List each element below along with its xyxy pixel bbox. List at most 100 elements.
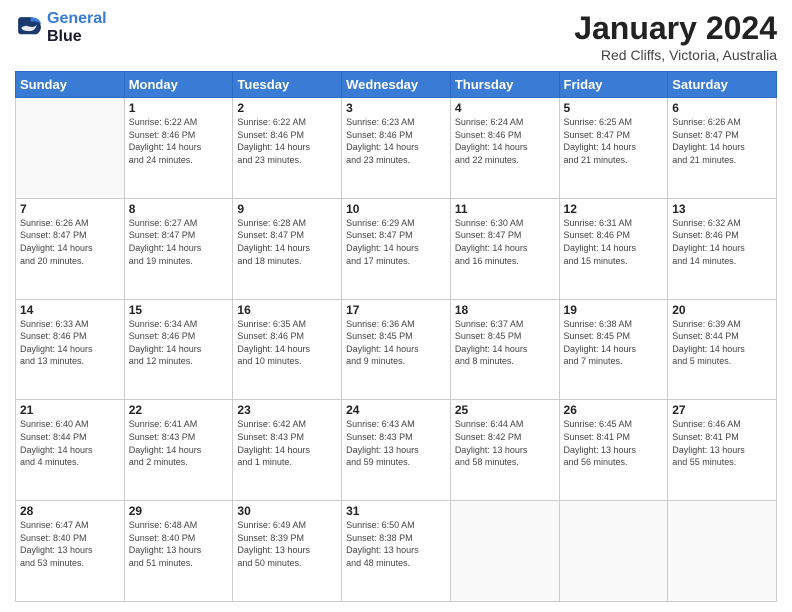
calendar-cell: 26Sunrise: 6:45 AM Sunset: 8:41 PM Dayli… (559, 400, 668, 501)
day-info: Sunrise: 6:39 AM Sunset: 8:44 PM Dayligh… (672, 318, 772, 368)
header: General Blue January 2024 Red Cliffs, Vi… (15, 10, 777, 63)
calendar-cell: 7Sunrise: 6:26 AM Sunset: 8:47 PM Daylig… (16, 198, 125, 299)
calendar-cell: 10Sunrise: 6:29 AM Sunset: 8:47 PM Dayli… (342, 198, 451, 299)
day-info: Sunrise: 6:25 AM Sunset: 8:47 PM Dayligh… (564, 116, 664, 166)
calendar-cell: 2Sunrise: 6:22 AM Sunset: 8:46 PM Daylig… (233, 98, 342, 199)
logo-text: General Blue (47, 10, 107, 45)
week-row-0: 1Sunrise: 6:22 AM Sunset: 8:46 PM Daylig… (16, 98, 777, 199)
day-number: 15 (129, 303, 229, 317)
calendar-cell: 8Sunrise: 6:27 AM Sunset: 8:47 PM Daylig… (124, 198, 233, 299)
day-info: Sunrise: 6:32 AM Sunset: 8:46 PM Dayligh… (672, 217, 772, 267)
day-number: 7 (20, 202, 120, 216)
calendar-cell (668, 501, 777, 602)
calendar-cell: 20Sunrise: 6:39 AM Sunset: 8:44 PM Dayli… (668, 299, 777, 400)
day-number: 16 (237, 303, 337, 317)
day-info: Sunrise: 6:37 AM Sunset: 8:45 PM Dayligh… (455, 318, 555, 368)
day-info: Sunrise: 6:30 AM Sunset: 8:47 PM Dayligh… (455, 217, 555, 267)
day-info: Sunrise: 6:29 AM Sunset: 8:47 PM Dayligh… (346, 217, 446, 267)
day-number: 25 (455, 403, 555, 417)
day-number: 19 (564, 303, 664, 317)
calendar-cell: 9Sunrise: 6:28 AM Sunset: 8:47 PM Daylig… (233, 198, 342, 299)
calendar-cell: 19Sunrise: 6:38 AM Sunset: 8:45 PM Dayli… (559, 299, 668, 400)
location: Red Cliffs, Victoria, Australia (574, 47, 777, 63)
day-info: Sunrise: 6:45 AM Sunset: 8:41 PM Dayligh… (564, 418, 664, 468)
day-info: Sunrise: 6:26 AM Sunset: 8:47 PM Dayligh… (20, 217, 120, 267)
week-row-4: 28Sunrise: 6:47 AM Sunset: 8:40 PM Dayli… (16, 501, 777, 602)
day-number: 3 (346, 101, 446, 115)
day-number: 30 (237, 504, 337, 518)
weekday-header-saturday: Saturday (668, 72, 777, 98)
day-info: Sunrise: 6:40 AM Sunset: 8:44 PM Dayligh… (20, 418, 120, 468)
calendar-cell: 11Sunrise: 6:30 AM Sunset: 8:47 PM Dayli… (450, 198, 559, 299)
day-number: 1 (129, 101, 229, 115)
day-info: Sunrise: 6:36 AM Sunset: 8:45 PM Dayligh… (346, 318, 446, 368)
day-number: 22 (129, 403, 229, 417)
day-info: Sunrise: 6:26 AM Sunset: 8:47 PM Dayligh… (672, 116, 772, 166)
day-info: Sunrise: 6:48 AM Sunset: 8:40 PM Dayligh… (129, 519, 229, 569)
day-info: Sunrise: 6:22 AM Sunset: 8:46 PM Dayligh… (129, 116, 229, 166)
day-number: 24 (346, 403, 446, 417)
day-number: 10 (346, 202, 446, 216)
day-info: Sunrise: 6:27 AM Sunset: 8:47 PM Dayligh… (129, 217, 229, 267)
day-info: Sunrise: 6:22 AM Sunset: 8:46 PM Dayligh… (237, 116, 337, 166)
calendar-cell: 28Sunrise: 6:47 AM Sunset: 8:40 PM Dayli… (16, 501, 125, 602)
day-number: 11 (455, 202, 555, 216)
day-info: Sunrise: 6:31 AM Sunset: 8:46 PM Dayligh… (564, 217, 664, 267)
day-number: 14 (20, 303, 120, 317)
calendar-cell: 22Sunrise: 6:41 AM Sunset: 8:43 PM Dayli… (124, 400, 233, 501)
calendar-cell: 12Sunrise: 6:31 AM Sunset: 8:46 PM Dayli… (559, 198, 668, 299)
weekday-header-tuesday: Tuesday (233, 72, 342, 98)
day-number: 21 (20, 403, 120, 417)
calendar-table: SundayMondayTuesdayWednesdayThursdayFrid… (15, 71, 777, 602)
weekday-header-monday: Monday (124, 72, 233, 98)
calendar-cell: 15Sunrise: 6:34 AM Sunset: 8:46 PM Dayli… (124, 299, 233, 400)
page: General Blue January 2024 Red Cliffs, Vi… (0, 0, 792, 612)
day-info: Sunrise: 6:33 AM Sunset: 8:46 PM Dayligh… (20, 318, 120, 368)
day-number: 5 (564, 101, 664, 115)
calendar-cell: 4Sunrise: 6:24 AM Sunset: 8:46 PM Daylig… (450, 98, 559, 199)
day-info: Sunrise: 6:38 AM Sunset: 8:45 PM Dayligh… (564, 318, 664, 368)
logo-icon (15, 14, 43, 42)
calendar-cell: 31Sunrise: 6:50 AM Sunset: 8:38 PM Dayli… (342, 501, 451, 602)
weekday-header-thursday: Thursday (450, 72, 559, 98)
day-number: 12 (564, 202, 664, 216)
week-row-2: 14Sunrise: 6:33 AM Sunset: 8:46 PM Dayli… (16, 299, 777, 400)
calendar-cell (559, 501, 668, 602)
day-number: 26 (564, 403, 664, 417)
day-number: 20 (672, 303, 772, 317)
calendar-cell: 5Sunrise: 6:25 AM Sunset: 8:47 PM Daylig… (559, 98, 668, 199)
calendar-cell: 29Sunrise: 6:48 AM Sunset: 8:40 PM Dayli… (124, 501, 233, 602)
calendar-cell: 23Sunrise: 6:42 AM Sunset: 8:43 PM Dayli… (233, 400, 342, 501)
calendar-cell: 14Sunrise: 6:33 AM Sunset: 8:46 PM Dayli… (16, 299, 125, 400)
calendar-cell: 18Sunrise: 6:37 AM Sunset: 8:45 PM Dayli… (450, 299, 559, 400)
calendar-cell: 24Sunrise: 6:43 AM Sunset: 8:43 PM Dayli… (342, 400, 451, 501)
day-number: 28 (20, 504, 120, 518)
day-info: Sunrise: 6:43 AM Sunset: 8:43 PM Dayligh… (346, 418, 446, 468)
day-number: 31 (346, 504, 446, 518)
day-number: 13 (672, 202, 772, 216)
weekday-header-sunday: Sunday (16, 72, 125, 98)
day-number: 17 (346, 303, 446, 317)
calendar-cell: 17Sunrise: 6:36 AM Sunset: 8:45 PM Dayli… (342, 299, 451, 400)
day-number: 23 (237, 403, 337, 417)
calendar-cell: 27Sunrise: 6:46 AM Sunset: 8:41 PM Dayli… (668, 400, 777, 501)
calendar-cell: 6Sunrise: 6:26 AM Sunset: 8:47 PM Daylig… (668, 98, 777, 199)
calendar-cell: 21Sunrise: 6:40 AM Sunset: 8:44 PM Dayli… (16, 400, 125, 501)
week-row-3: 21Sunrise: 6:40 AM Sunset: 8:44 PM Dayli… (16, 400, 777, 501)
day-info: Sunrise: 6:24 AM Sunset: 8:46 PM Dayligh… (455, 116, 555, 166)
day-info: Sunrise: 6:47 AM Sunset: 8:40 PM Dayligh… (20, 519, 120, 569)
calendar-cell: 3Sunrise: 6:23 AM Sunset: 8:46 PM Daylig… (342, 98, 451, 199)
day-number: 27 (672, 403, 772, 417)
day-info: Sunrise: 6:35 AM Sunset: 8:46 PM Dayligh… (237, 318, 337, 368)
day-info: Sunrise: 6:50 AM Sunset: 8:38 PM Dayligh… (346, 519, 446, 569)
day-number: 18 (455, 303, 555, 317)
day-number: 4 (455, 101, 555, 115)
title-block: January 2024 Red Cliffs, Victoria, Austr… (574, 10, 777, 63)
day-info: Sunrise: 6:34 AM Sunset: 8:46 PM Dayligh… (129, 318, 229, 368)
day-number: 6 (672, 101, 772, 115)
weekday-header-row: SundayMondayTuesdayWednesdayThursdayFrid… (16, 72, 777, 98)
day-info: Sunrise: 6:23 AM Sunset: 8:46 PM Dayligh… (346, 116, 446, 166)
calendar-cell (450, 501, 559, 602)
day-number: 29 (129, 504, 229, 518)
weekday-header-friday: Friday (559, 72, 668, 98)
